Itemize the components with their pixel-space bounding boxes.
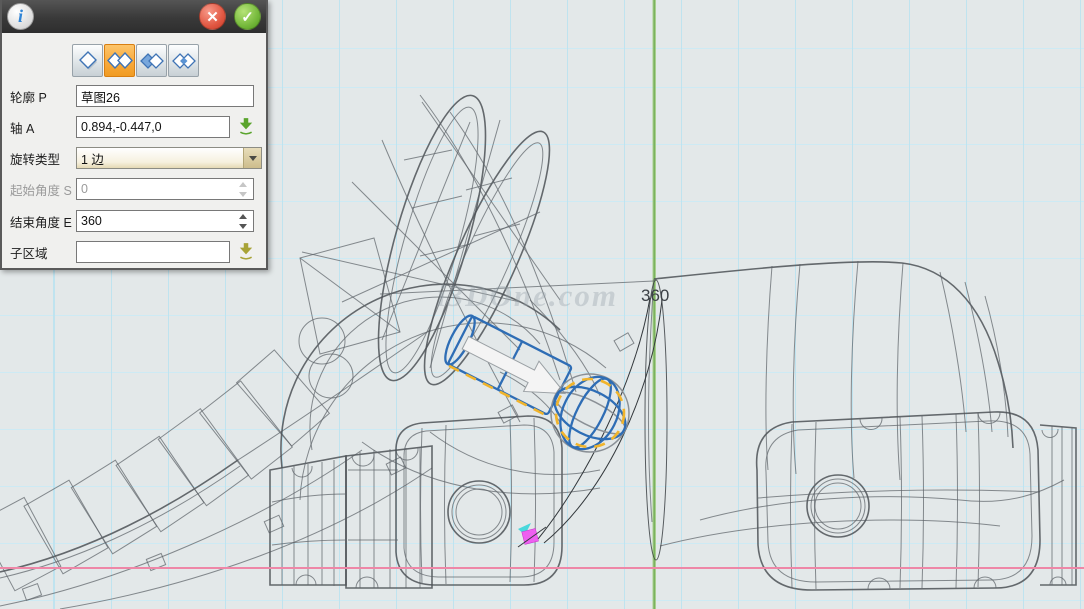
axis-label: 轴 A	[10, 118, 76, 137]
field-profile: 轮廓 P	[10, 85, 254, 107]
field-start-angle: 起始角度 S	[10, 178, 254, 200]
revolve-dialog: i ✕ ✓	[0, 0, 268, 270]
chevron-down-icon[interactable]	[243, 148, 261, 168]
start-angle-input	[77, 179, 233, 199]
field-subregion: 子区域	[10, 241, 256, 263]
end-angle-label: 结束角度 E	[10, 212, 76, 231]
profile-input[interactable]	[76, 85, 254, 107]
field-end-angle: 结束角度 E	[10, 210, 254, 232]
mode-center-dot-diamond-button[interactable]	[168, 44, 199, 77]
end-angle-input[interactable]	[77, 211, 233, 231]
single-diamond-icon	[76, 49, 100, 73]
mode-left-filled-diamond-button[interactable]	[136, 44, 167, 77]
confirm-button[interactable]: ✓	[234, 3, 261, 30]
revolve-type-dropdown[interactable]: 1 边	[76, 147, 262, 169]
axis-pick-button[interactable]	[236, 117, 256, 137]
field-axis: 轴 A	[10, 116, 256, 138]
wireframe-body-center	[281, 86, 606, 500]
revolve-mode-toolbar	[72, 44, 200, 77]
cad-viewport[interactable]: i3DOne.com 360 i ✕ ✓	[0, 0, 1084, 609]
subregion-label: 子区域	[10, 243, 76, 262]
start-angle-label: 起始角度 S	[10, 180, 76, 199]
end-angle-up-icon[interactable]	[233, 211, 253, 221]
start-angle-down-icon	[233, 189, 253, 199]
mode-double-diamond-button[interactable]	[104, 44, 135, 77]
double-diamond-icon	[107, 49, 133, 73]
info-icon[interactable]: i	[7, 3, 34, 30]
left-filled-diamond-icon	[139, 49, 165, 73]
axis-input[interactable]	[76, 116, 230, 138]
end-angle-down-icon[interactable]	[233, 221, 253, 231]
field-revolve-type: 旋转类型 1 边	[10, 147, 262, 169]
revolve-preview	[439, 312, 634, 459]
cancel-button[interactable]: ✕	[199, 3, 226, 30]
start-angle-spinner	[76, 178, 254, 200]
profile-label: 轮廓 P	[10, 87, 76, 106]
start-angle-up-icon	[233, 179, 253, 189]
subregion-pick-button[interactable]	[236, 242, 256, 262]
mode-single-diamond-button[interactable]	[72, 44, 103, 77]
center-dot-diamond-icon	[171, 49, 197, 73]
angle-value-label: 360	[641, 286, 669, 306]
subregion-input[interactable]	[76, 241, 230, 263]
revolve-type-value: 1 边	[77, 149, 243, 168]
green-pick-arrow-icon	[237, 117, 255, 135]
dialog-titlebar: i ✕ ✓	[2, 0, 266, 33]
revolve-type-label: 旋转类型	[10, 149, 76, 168]
olive-pick-arrow-icon	[237, 242, 255, 260]
end-angle-spinner	[76, 210, 254, 232]
wireframe-bellows	[270, 446, 432, 588]
